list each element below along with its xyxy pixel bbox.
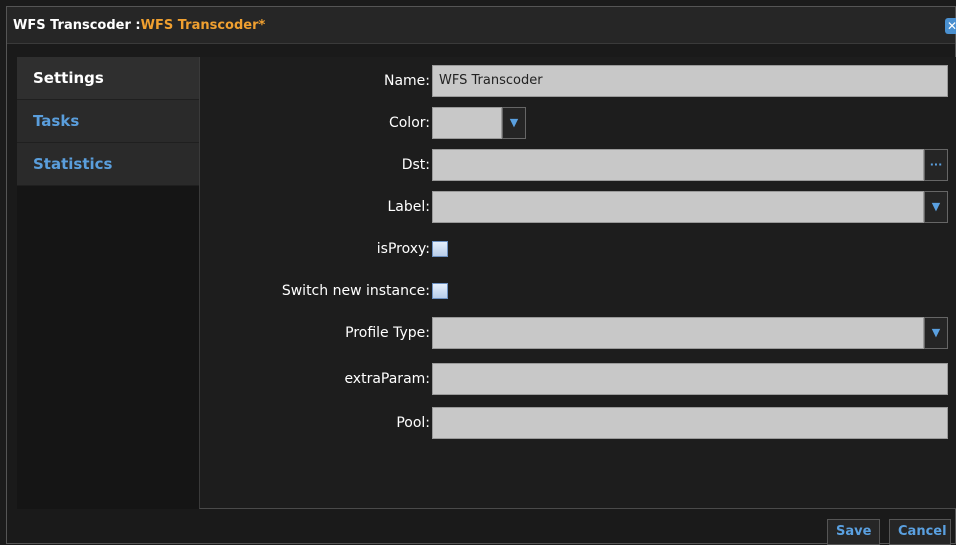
pool-input[interactable] (432, 407, 948, 439)
transcoder-dialog: WFS Transcoder : WFS Transcoder* ✕ Setti… (6, 6, 956, 545)
close-icon[interactable]: ✕ (945, 18, 956, 34)
dst-input[interactable] (432, 149, 924, 181)
pool-row: Pool: (200, 407, 956, 439)
label-label: Label: (387, 199, 431, 215)
dialog-title-highlight: WFS Transcoder* (140, 17, 266, 33)
label-row: Label: ▼ (200, 191, 956, 223)
extra-param-input[interactable] (432, 363, 948, 395)
dst-row: Dst: ··· (200, 149, 956, 181)
extra-param-label: extraParam: (344, 371, 430, 387)
label-dropdown-icon[interactable]: ▼ (924, 191, 948, 223)
sidebar-item-settings[interactable]: Settings (17, 57, 199, 100)
dst-label: Dst: (401, 157, 430, 173)
sidebar-item-tasks[interactable]: Tasks (17, 100, 199, 143)
profile-type-label: Profile Type: (345, 325, 430, 341)
switch-new-instance-checkbox[interactable] (432, 283, 448, 299)
profile-type-dropdown-icon[interactable]: ▼ (924, 317, 948, 349)
color-row: Color: ▼ (200, 107, 956, 139)
color-select[interactable] (432, 107, 502, 139)
name-row: Name: WFS Transcoder (200, 65, 956, 97)
name-label: Name: (383, 73, 430, 89)
sidebar-item-statistics[interactable]: Statistics (17, 143, 199, 186)
save-button[interactable]: Save (827, 519, 881, 545)
extra-param-row: extraParam: (200, 363, 956, 395)
isproxy-row: isProxy: (200, 233, 956, 265)
isproxy-label: isProxy: (376, 241, 430, 257)
label-select[interactable] (432, 191, 924, 223)
cancel-button[interactable]: Cancel (889, 519, 951, 545)
dialog-title-prefix: WFS Transcoder : (13, 17, 141, 33)
browse-icon[interactable]: ··· (924, 149, 948, 181)
dialog-titlebar: WFS Transcoder : WFS Transcoder* ✕ (7, 7, 956, 44)
sidebar: Settings Tasks Statistics (17, 57, 199, 509)
name-input[interactable]: WFS Transcoder (432, 65, 948, 97)
settings-form: Name: WFS Transcoder Color: ▼ Dst: ··· L… (199, 57, 956, 509)
color-dropdown-icon[interactable]: ▼ (502, 107, 526, 139)
switch-new-instance-label: Switch new instance: (281, 283, 430, 299)
pool-label: Pool: (396, 415, 430, 431)
color-label: Color: (388, 115, 430, 131)
profile-type-row: Profile Type: ▼ (200, 317, 956, 349)
profile-type-select[interactable] (432, 317, 924, 349)
switch-new-instance-row: Switch new instance: (200, 275, 956, 307)
isproxy-checkbox[interactable] (432, 241, 448, 257)
